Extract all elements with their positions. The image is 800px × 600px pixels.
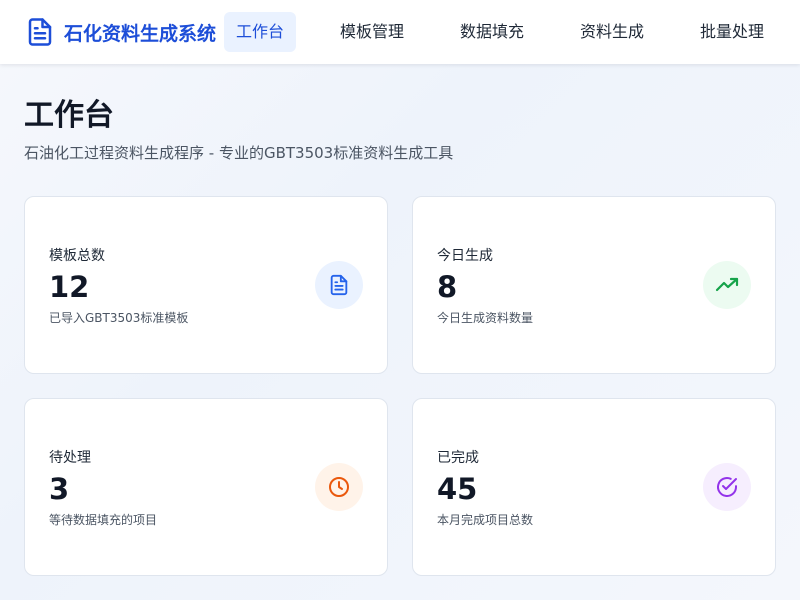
stat-label: 待处理: [49, 450, 91, 466]
stat-label: 已完成: [437, 450, 479, 466]
stat-card-template-total: 模板总数 12 已导入GBT3503标准模板: [24, 196, 388, 374]
stat-label: 模板总数: [49, 248, 105, 264]
brand[interactable]: 石化资料生成系统: [24, 14, 216, 50]
stat-description: 等待数据填充的项目: [49, 513, 158, 527]
clock-icon: [315, 463, 363, 511]
document-icon: [315, 261, 363, 309]
stat-card-pending: 待处理 3 等待数据填充的项目: [24, 398, 388, 576]
check-circle-icon: [703, 463, 751, 511]
stat-value: 3: [49, 472, 70, 506]
document-icon: [24, 16, 56, 48]
stat-card-completed: 已完成 45 本月完成项目总数: [412, 398, 776, 576]
stat-value: 12: [49, 270, 90, 304]
stat-value: 8: [437, 270, 458, 304]
stat-label: 今日生成: [437, 248, 493, 264]
trending-up-icon: [703, 261, 751, 309]
page-title: 工作台: [24, 98, 114, 133]
stat-value: 45: [437, 472, 478, 506]
nav-item-workbench[interactable]: 工作台: [224, 12, 297, 52]
top-navbar: 石化资料生成系统 工作台 模板管理 数据填充 资料生成 批量处理: [0, 0, 800, 64]
stat-description: 已导入GBT3503标准模板: [49, 311, 189, 325]
stat-description: 本月完成项目总数: [437, 513, 534, 527]
nav-item-batch-processing[interactable]: 批量处理: [688, 12, 776, 52]
stat-description: 今日生成资料数量: [437, 311, 534, 325]
nav-item-document-generation[interactable]: 资料生成: [568, 12, 656, 52]
stat-card-today-generated: 今日生成 8 今日生成资料数量: [412, 196, 776, 374]
nav-item-data-fill[interactable]: 数据填充: [448, 12, 536, 52]
page-subtitle: 石油化工过程资料生成程序 - 专业的GBT3503标准资料生成工具: [24, 144, 454, 162]
nav-item-template-management[interactable]: 模板管理: [328, 12, 416, 52]
app-title: 石化资料生成系统: [64, 22, 217, 45]
